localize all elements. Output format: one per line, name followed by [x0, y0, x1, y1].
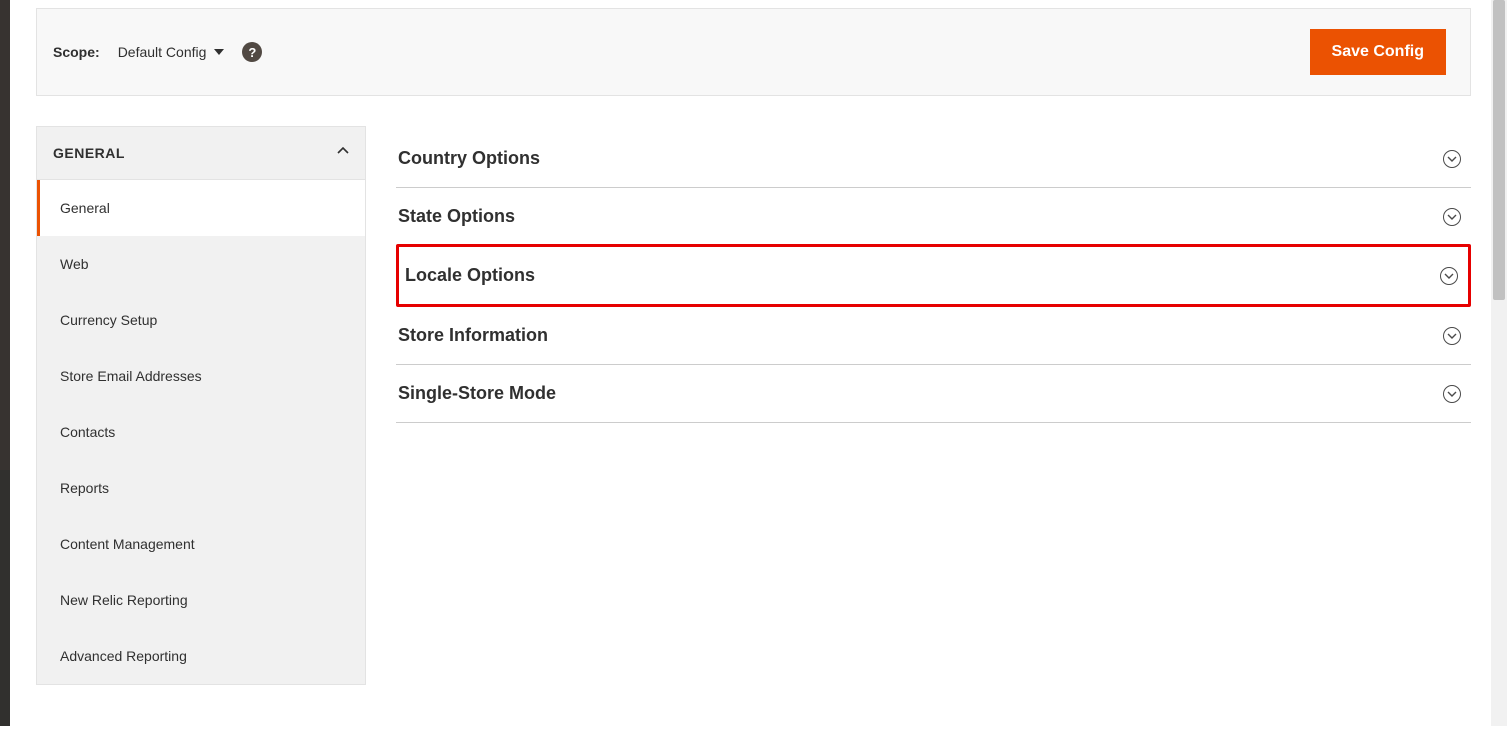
section-title: State Options [398, 206, 515, 227]
scope-controls: Scope: Default Config ? [53, 42, 262, 62]
section-store-information[interactable]: Store Information [396, 307, 1471, 365]
scrollbar-thumb[interactable] [1493, 0, 1505, 300]
sidebar-item-label: Contacts [60, 424, 115, 440]
left-stripe-lower [0, 470, 10, 726]
sidebar-item-new-relic-reporting[interactable]: New Relic Reporting [37, 572, 365, 628]
sidebar-item-label: Reports [60, 480, 109, 496]
sidebar-item-label: Content Management [60, 536, 195, 552]
scope-selector[interactable]: Default Config [118, 44, 225, 60]
sidebar-item-label: Advanced Reporting [60, 648, 187, 664]
sidebar-item-label: Store Email Addresses [60, 368, 202, 384]
section-title: Single-Store Mode [398, 383, 556, 404]
section-state-options[interactable]: State Options [396, 188, 1471, 246]
sidebar-item-label: Currency Setup [60, 312, 157, 328]
chevron-down-circle-icon [1443, 150, 1461, 168]
sidebar-item-web[interactable]: Web [37, 236, 365, 292]
sidebar-item-reports[interactable]: Reports [37, 460, 365, 516]
chevron-down-circle-icon [1440, 267, 1458, 285]
section-locale-options[interactable]: Locale Options [396, 244, 1471, 307]
chevron-up-icon [337, 147, 349, 159]
sidebar-group-general[interactable]: GENERAL [36, 126, 366, 180]
section-title: Store Information [398, 325, 548, 346]
section-title: Locale Options [405, 265, 535, 286]
sidebar-item-store-email-addresses[interactable]: Store Email Addresses [37, 348, 365, 404]
sidebar-item-label: Web [60, 256, 89, 272]
sidebar-item-currency-setup[interactable]: Currency Setup [37, 292, 365, 348]
left-stripe [0, 0, 10, 470]
section-title: Country Options [398, 148, 540, 169]
sidebar-item-advanced-reporting[interactable]: Advanced Reporting [37, 628, 365, 684]
help-icon[interactable]: ? [242, 42, 262, 62]
sidebar-item-label: General [60, 200, 110, 216]
chevron-down-circle-icon [1443, 208, 1461, 226]
scope-value: Default Config [118, 44, 207, 60]
window-scrollbar[interactable] [1491, 0, 1507, 726]
sidebar-group-title: GENERAL [53, 145, 125, 161]
save-config-button[interactable]: Save Config [1310, 29, 1446, 75]
config-sidebar: GENERAL General Web Currency Setup Store Em… [36, 126, 366, 685]
sidebar-item-contacts[interactable]: Contacts [37, 404, 365, 460]
scope-label: Scope: [53, 44, 100, 60]
config-main-panel: Country Options State Options Locale Optio… [396, 126, 1471, 685]
chevron-down-circle-icon [1443, 385, 1461, 403]
section-single-store-mode[interactable]: Single-Store Mode [396, 365, 1471, 423]
sidebar-item-general[interactable]: General [37, 180, 365, 236]
config-top-bar: Scope: Default Config ? Save Config [36, 8, 1471, 96]
section-country-options[interactable]: Country Options [396, 130, 1471, 188]
chevron-down-circle-icon [1443, 327, 1461, 345]
sidebar-item-label: New Relic Reporting [60, 592, 188, 608]
sidebar-item-content-management[interactable]: Content Management [37, 516, 365, 572]
triangle-down-icon [214, 49, 224, 55]
